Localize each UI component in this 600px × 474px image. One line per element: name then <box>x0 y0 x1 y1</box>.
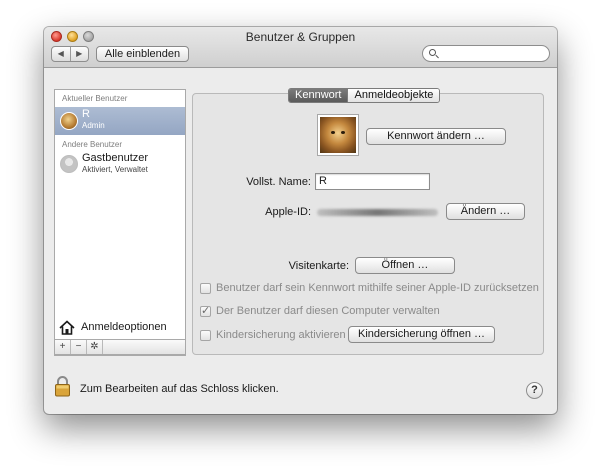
option-parental-controls[interactable]: Kindersicherung aktivieren <box>200 328 346 342</box>
lion-avatar-icon <box>320 117 356 153</box>
open-contact-card-button[interactable]: Öffnen … <box>355 257 455 274</box>
house-icon <box>59 320 75 335</box>
reset-password-label: Benutzer darf sein Kennwort mithilfe sei… <box>216 282 539 294</box>
users-groups-window: Benutzer & Gruppen ◀ ▶ Alle einblenden A… <box>44 27 557 414</box>
current-user-header: Aktueller Benutzer <box>62 94 128 103</box>
user-picture[interactable] <box>317 114 359 156</box>
search-icon <box>429 49 436 56</box>
guest-user-status: Aktiviert, Verwaltet <box>82 165 148 174</box>
option-admin[interactable]: Der Benutzer darf diesen Computer verwal… <box>200 304 440 318</box>
search-input[interactable] <box>422 45 550 62</box>
nav-back-button[interactable]: ◀ <box>52 47 70 61</box>
open-parental-controls-button[interactable]: Kindersicherung öffnen … <box>348 326 495 343</box>
user-row-guest[interactable]: Gastbenutzer Aktiviert, Verwaltet <box>55 152 185 180</box>
parental-controls-label: Kindersicherung aktivieren <box>216 329 346 341</box>
guest-avatar-icon <box>60 155 78 173</box>
admin-checkbox[interactable] <box>200 304 211 317</box>
current-user-role: Admin <box>82 121 105 130</box>
reset-password-checkbox[interactable] <box>200 282 211 294</box>
lock-instruction-text: Zum Bearbeiten auf das Schloss klicken. <box>80 383 279 395</box>
user-row-current[interactable]: R Admin <box>55 107 185 135</box>
login-options-item[interactable]: Anmeldeoptionen <box>54 318 186 339</box>
full-name-label: Vollst. Name: <box>246 176 311 188</box>
add-user-button[interactable]: + <box>55 340 71 354</box>
change-apple-id-button[interactable]: Ändern … <box>446 203 525 220</box>
user-list-toolbar: + − ✲ <box>54 339 186 355</box>
parental-controls-checkbox[interactable] <box>200 329 211 341</box>
tab-login-items[interactable]: Anmeldeobjekte <box>347 89 440 102</box>
admin-label: Der Benutzer darf diesen Computer verwal… <box>216 305 440 317</box>
apple-id-label: Apple-ID: <box>265 206 311 218</box>
lion-avatar-icon <box>60 112 78 130</box>
tab-password[interactable]: Kennwort <box>289 89 348 102</box>
tab-bar: Kennwort Anmeldeobjekte <box>288 88 441 103</box>
option-reset-password[interactable]: Benutzer darf sein Kennwort mithilfe sei… <box>200 281 539 295</box>
contact-card-label: Visitenkarte: <box>288 260 349 272</box>
show-all-button[interactable]: Alle einblenden <box>96 46 189 62</box>
apple-id-redacted <box>317 209 438 216</box>
full-name-field[interactable]: R <box>315 173 430 190</box>
lock-icon[interactable] <box>54 375 71 397</box>
remove-user-button[interactable]: − <box>71 340 87 354</box>
other-users-header: Andere Benutzer <box>62 140 123 149</box>
help-button[interactable]: ? <box>526 382 543 399</box>
guest-user-name: Gastbenutzer <box>82 152 149 164</box>
user-list: Aktueller Benutzer R Admin Andere Benutz… <box>54 89 186 356</box>
nav-forward-button[interactable]: ▶ <box>69 47 89 61</box>
change-password-button[interactable]: Kennwort ändern … <box>366 128 506 145</box>
nav-back-forward: ◀ ▶ <box>51 46 89 62</box>
current-user-name: R <box>82 108 90 120</box>
login-options-label: Anmeldeoptionen <box>81 321 167 333</box>
title-bar: Benutzer & Gruppen ◀ ▶ Alle einblenden <box>44 27 557 68</box>
gear-icon[interactable]: ✲ <box>87 340 103 354</box>
window-title: Benutzer & Gruppen <box>245 30 356 44</box>
